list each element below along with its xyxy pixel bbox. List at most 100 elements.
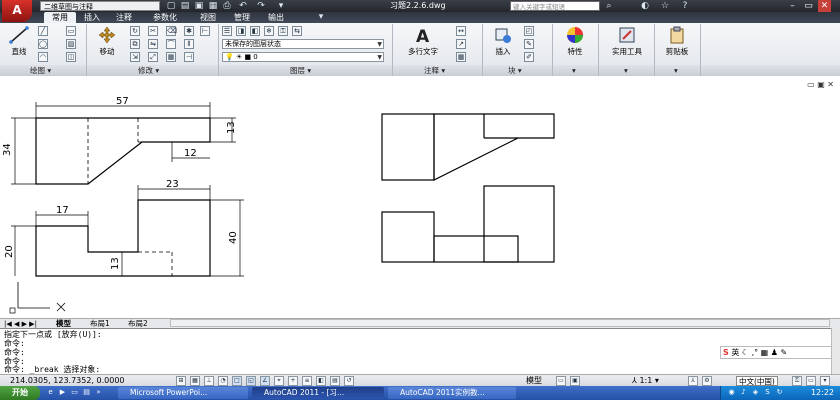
quick-view-drawings-icon[interactable]: ▣: [570, 376, 580, 386]
quick-view-layouts-icon[interactable]: ▭: [556, 376, 566, 386]
panel-expand-properties[interactable]: ▾: [572, 66, 576, 75]
panel-label-annotation[interactable]: 注释 ▾: [424, 66, 445, 75]
ime-toolbar[interactable]: S 英 ☾ ,° ▦ ♟ ✎: [720, 346, 832, 359]
panel-label-modify[interactable]: 修改 ▾: [138, 66, 159, 75]
tab-view[interactable]: 视图: [194, 12, 222, 23]
3d-osnap-icon[interactable]: ◱: [246, 376, 256, 386]
panel-label-draw[interactable]: 绘图 ▾: [30, 66, 51, 75]
panel-label-layers[interactable]: 图层 ▾: [290, 66, 311, 75]
clock[interactable]: 12:22: [811, 386, 834, 400]
search-input[interactable]: 键入关键字或短语: [510, 1, 600, 11]
polyline-icon[interactable]: ╱: [38, 26, 48, 36]
osnap-icon[interactable]: □: [232, 376, 242, 386]
explode-icon[interactable]: ✱: [184, 26, 194, 36]
stretch-icon[interactable]: ⇲: [130, 52, 140, 62]
horizontal-scrollbar[interactable]: [170, 319, 830, 327]
taskbar-autocad-tutorial[interactable]: AutoCAD 2011实例教...: [388, 387, 516, 399]
selection-cycling-icon[interactable]: ↺: [344, 376, 354, 386]
help-icon[interactable]: ?: [680, 1, 690, 11]
layer-freeze-icon[interactable]: ❄: [264, 26, 274, 36]
status-menu-icon[interactable]: ▾: [820, 376, 830, 386]
application-menu-button[interactable]: A: [2, 0, 32, 22]
trim-icon[interactable]: ✂: [148, 26, 158, 36]
join-icon[interactable]: ⊢: [200, 26, 210, 36]
ime-tools-icon[interactable]: ☾ ,° ▦ ♟ ✎: [742, 348, 787, 357]
edit-attributes-icon[interactable]: ✐: [524, 52, 534, 62]
polar-icon[interactable]: ◔: [218, 376, 228, 386]
ie-icon[interactable]: e: [46, 388, 55, 397]
tab-output[interactable]: 输出: [262, 12, 290, 23]
ime-mode[interactable]: 英: [731, 348, 739, 357]
layer-match-icon[interactable]: ⇆: [292, 26, 302, 36]
command-scrollbar[interactable]: [831, 328, 840, 374]
customize-quick-access-icon[interactable]: ▾: [276, 1, 286, 11]
transparency-icon[interactable]: ◧: [316, 376, 326, 386]
clipboard-tool[interactable]: 剪贴板: [660, 26, 694, 57]
security-icon[interactable]: ◈: [751, 388, 760, 397]
communication-center-icon[interactable]: ◐: [640, 1, 650, 11]
command-window[interactable]: 指定下一点或 [放弃(U)]: 命令: 命令: 命令: 命令: _break 选…: [0, 328, 840, 374]
snap-icon[interactable]: ⊞: [176, 376, 186, 386]
tab-insert[interactable]: 插入: [78, 12, 106, 23]
insert-block-tool[interactable]: 插入: [488, 26, 518, 57]
quick-properties-icon[interactable]: ▤: [330, 376, 340, 386]
lock-icon[interactable]: ⚿: [792, 376, 802, 386]
ducs-icon[interactable]: ⌖: [274, 376, 284, 386]
start-button[interactable]: 开始: [0, 386, 40, 400]
layer-off-icon[interactable]: ◧: [250, 26, 260, 36]
arc-icon[interactable]: ◠: [38, 52, 48, 62]
workspace-select[interactable]: 二维草图与注释: [40, 1, 160, 11]
search-icon[interactable]: ⌕: [604, 1, 614, 11]
ribbon-minimize-icon[interactable]: ▾: [316, 12, 326, 22]
media-icon[interactable]: ▶: [58, 388, 67, 397]
undo-icon[interactable]: ↶: [238, 1, 248, 11]
panel-expand-utilities[interactable]: ▾: [624, 66, 628, 75]
redo-icon[interactable]: ↷: [256, 1, 266, 11]
panel-label-block[interactable]: 块 ▾: [508, 66, 522, 75]
ortho-icon[interactable]: ⊥: [204, 376, 214, 386]
offset-icon[interactable]: ⫴: [184, 39, 194, 49]
create-block-icon[interactable]: ◰: [524, 26, 534, 36]
layer-select[interactable]: 💡 ☀ ■ 0 ▼: [222, 52, 384, 62]
maximize-button[interactable]: ▭: [802, 0, 815, 12]
save-icon[interactable]: ▣: [194, 1, 204, 11]
star-icon[interactable]: ☆: [660, 1, 670, 11]
tab-parametric[interactable]: 参数化: [146, 12, 184, 23]
plot-icon[interactable]: ⎙: [222, 1, 232, 11]
table-icon[interactable]: ▦: [456, 52, 466, 62]
command-prompt[interactable]: 命令: _break 选择对象:: [4, 365, 100, 374]
hatch-icon[interactable]: ▨: [66, 39, 76, 49]
desktop-icon[interactable]: ▭: [70, 388, 79, 397]
properties-tool[interactable]: 特性: [560, 26, 590, 57]
layer-lock-icon[interactable]: ⚿: [278, 26, 288, 36]
scale-icon[interactable]: ⤢: [148, 52, 158, 62]
dimension-icon[interactable]: ↔: [456, 26, 466, 36]
tab-manage[interactable]: 管理: [228, 12, 256, 23]
otrack-icon[interactable]: ∠: [260, 376, 270, 386]
erase-icon[interactable]: ⌫: [166, 26, 177, 36]
layer-state-select[interactable]: 未保存的图层状态 ▼: [222, 39, 384, 49]
layer-properties-icon[interactable]: ☰: [222, 26, 232, 36]
rotate-icon[interactable]: ↻: [130, 26, 140, 36]
new-icon[interactable]: ▢: [166, 1, 176, 11]
lineweight-icon[interactable]: ≡: [302, 376, 312, 386]
leader-icon[interactable]: ↗: [456, 39, 466, 49]
break-icon[interactable]: ⊣: [184, 52, 194, 62]
open-icon[interactable]: ▤: [180, 1, 190, 11]
folder-icon[interactable]: ▤: [82, 388, 91, 397]
ime-tray-icon[interactable]: S: [763, 388, 772, 397]
multiline-text-tool[interactable]: A 多行文字: [400, 26, 446, 57]
line-tool[interactable]: 直线: [6, 26, 32, 57]
volume-icon[interactable]: ♪: [739, 388, 748, 397]
clean-screen-icon[interactable]: ▭: [806, 376, 816, 386]
region-icon[interactable]: ◫: [66, 52, 76, 62]
close-button[interactable]: ✕: [818, 0, 831, 12]
save-as-icon[interactable]: ▦: [208, 1, 218, 11]
quicklaunch-icon[interactable]: »: [94, 388, 103, 397]
dyn-icon[interactable]: +: [288, 376, 298, 386]
network-icon[interactable]: ◉: [727, 388, 736, 397]
tab-annotate[interactable]: 注释: [110, 12, 138, 23]
edit-block-icon[interactable]: ✎: [524, 39, 534, 49]
update-icon[interactable]: ↻: [775, 388, 784, 397]
minimize-button[interactable]: –: [786, 0, 799, 12]
